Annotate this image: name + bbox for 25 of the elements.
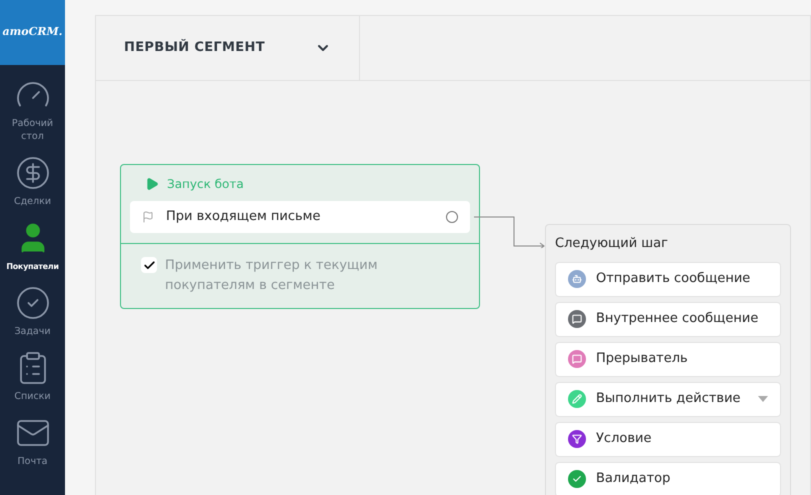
nav-item[interactable]: Покупатели: [0, 220, 65, 273]
dollar-icon: [14, 155, 50, 191]
panel-title: Следующий шаг: [555, 235, 669, 253]
segment-dropdown[interactable]: ПЕРВЫЙ СЕГМЕНТ: [96, 16, 360, 80]
checkbox-label: Применить триггер к текущим покупателям в сегменте: [165, 257, 379, 295]
step-option[interactable]: Прерыватель: [555, 342, 781, 376]
nav-item[interactable]: Списки: [0, 350, 65, 403]
step-option[interactable]: Валидатор: [555, 462, 781, 495]
connector-line: [474, 216, 546, 248]
logo: amoCRM.: [2, 24, 62, 40]
step-option[interactable]: Условие: [555, 422, 781, 456]
checkbox[interactable]: [141, 257, 157, 273]
connector-port[interactable]: [446, 211, 458, 223]
nav-item[interactable]: Сделки: [0, 155, 65, 208]
nav-item[interactable]: Рабочий стол: [0, 77, 65, 143]
step-option[interactable]: Выполнить действие: [555, 382, 781, 416]
nav-item[interactable]: Почта: [0, 415, 65, 468]
trigger-row[interactable]: При входящем письме: [130, 201, 470, 233]
play-icon: [145, 177, 159, 191]
step-option[interactable]: Внутреннее сообщение: [555, 302, 781, 336]
step-option[interactable]: Отправить сообщение: [555, 262, 781, 296]
nav-item[interactable]: Задачи: [0, 285, 65, 338]
flag-icon: [142, 211, 154, 223]
card-title: Запуск бота: [167, 176, 244, 193]
check-circle-icon: [14, 285, 50, 321]
